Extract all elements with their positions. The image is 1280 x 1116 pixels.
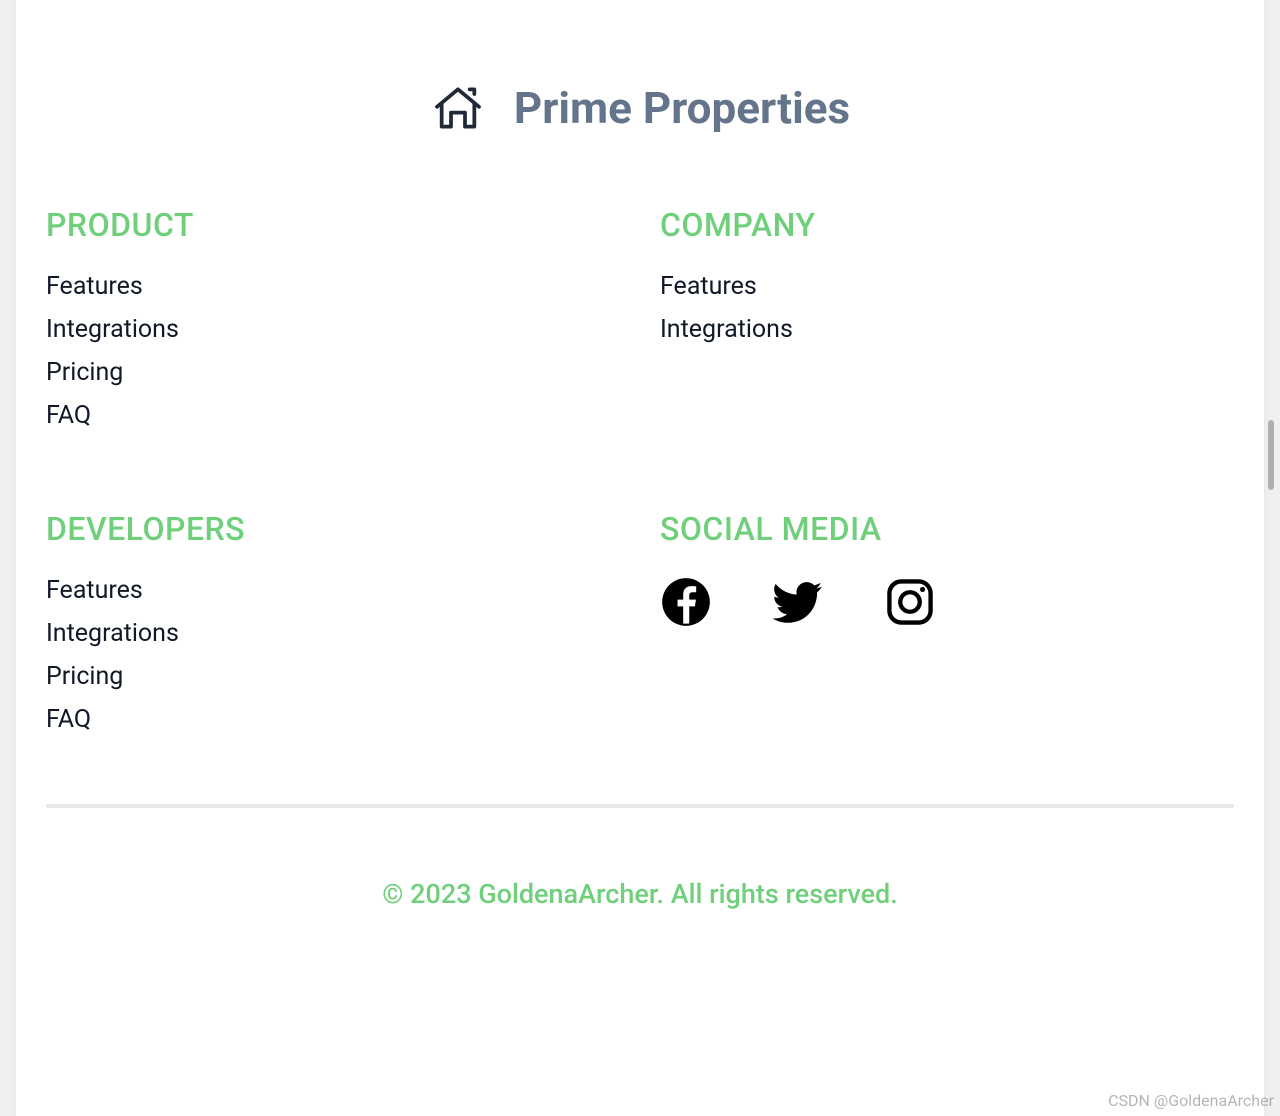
list-item: Features (46, 576, 620, 605)
social-icons-row (660, 576, 1234, 628)
column-social: SOCIAL MEDIA (660, 510, 1234, 734)
link-list-company: Features Integrations (660, 272, 1234, 344)
column-company: COMPANY Features Integrations (660, 206, 1234, 430)
list-item: FAQ (46, 401, 620, 430)
list-item: Pricing (46, 358, 620, 387)
column-heading-product: PRODUCT (46, 206, 620, 244)
content-top-spacer (16, 0, 1264, 50)
copyright-text: © 2023 GoldenaArcher. All rights reserve… (46, 878, 1234, 910)
footer-link-integrations[interactable]: Integrations (660, 315, 793, 344)
instagram-icon[interactable] (884, 576, 936, 628)
footer-link-features[interactable]: Features (660, 272, 757, 301)
footer-link-pricing[interactable]: Pricing (46, 358, 123, 387)
column-product: PRODUCT Features Integrations Pricing FA… (46, 206, 620, 430)
list-item: Features (46, 272, 620, 301)
brand-name: Prime Properties (514, 82, 850, 134)
list-item: Features (660, 272, 1234, 301)
link-list-product: Features Integrations Pricing FAQ (46, 272, 620, 430)
footer-link-features[interactable]: Features (46, 576, 143, 605)
list-item: Integrations (660, 315, 1234, 344)
footer-divider (46, 804, 1234, 808)
brand-row: Prime Properties (46, 80, 1234, 136)
footer-link-features[interactable]: Features (46, 272, 143, 301)
footer-link-pricing[interactable]: Pricing (46, 662, 123, 691)
footer-link-integrations[interactable]: Integrations (46, 315, 179, 344)
footer-link-integrations[interactable]: Integrations (46, 619, 179, 648)
list-item: Integrations (46, 619, 620, 648)
footer-link-faq[interactable]: FAQ (46, 705, 91, 734)
footer-link-faq[interactable]: FAQ (46, 401, 91, 430)
page-wrapper: Prime Properties PRODUCT Features Integr… (16, 0, 1264, 1116)
list-item: Integrations (46, 315, 620, 344)
column-developers: DEVELOPERS Features Integrations Pricing… (46, 510, 620, 734)
watermark-text: CSDN @GoldenaArcher (1108, 1091, 1274, 1110)
list-item: FAQ (46, 705, 620, 734)
footer: Prime Properties PRODUCT Features Integr… (16, 50, 1264, 970)
column-heading-social: SOCIAL MEDIA (660, 510, 1234, 548)
footer-columns: PRODUCT Features Integrations Pricing FA… (46, 206, 1234, 784)
house-icon (430, 80, 486, 136)
twitter-icon[interactable] (772, 576, 824, 628)
link-list-developers: Features Integrations Pricing FAQ (46, 576, 620, 734)
scrollbar[interactable] (1268, 420, 1274, 490)
column-heading-developers: DEVELOPERS (46, 510, 620, 548)
column-heading-company: COMPANY (660, 206, 1234, 244)
facebook-icon[interactable] (660, 576, 712, 628)
list-item: Pricing (46, 662, 620, 691)
